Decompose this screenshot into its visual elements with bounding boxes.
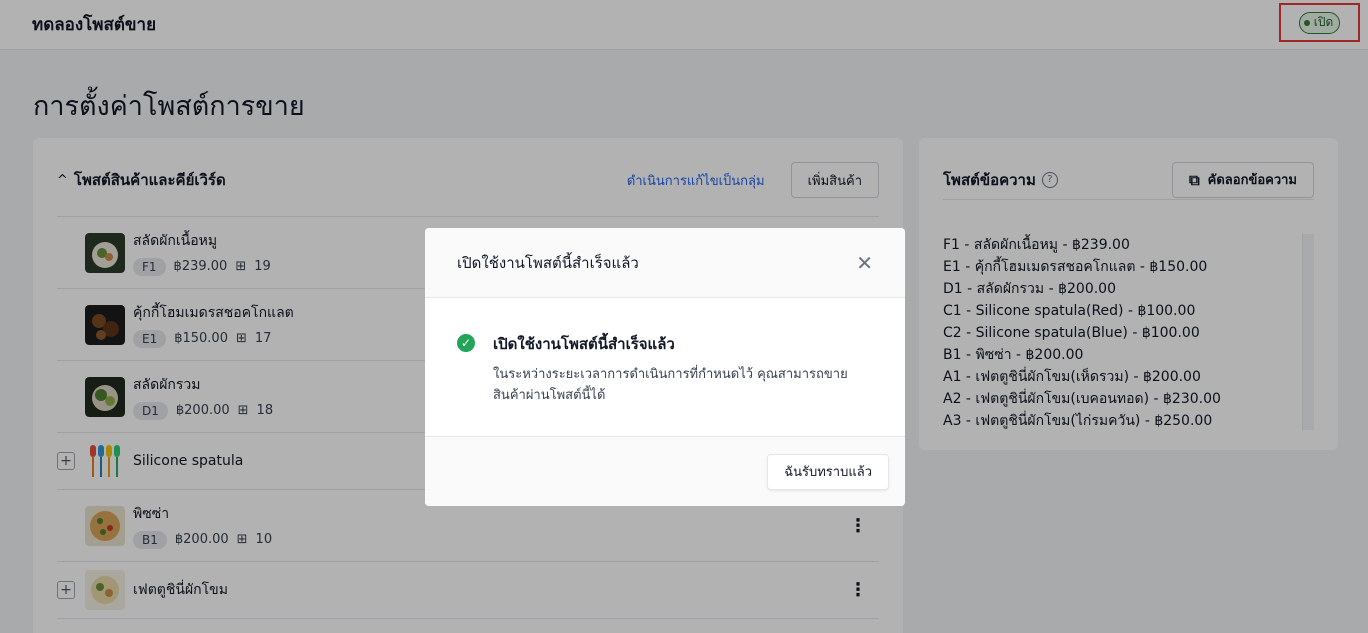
dialog-message: เปิดใช้งานโพสต์นี้สำเร็จแล้ว ในระหว่างระ… [493,332,853,436]
close-icon[interactable]: ✕ [856,253,873,273]
dialog-title: เปิดใช้งานโพสต์นี้สำเร็จแล้ว [457,253,639,272]
acknowledge-button[interactable]: ฉันรับทราบแล้ว [767,453,889,490]
dialog-body: ✓ เปิดใช้งานโพสต์นี้สำเร็จแล้ว ในระหว่าง… [425,298,905,436]
check-circle-icon: ✓ [457,334,475,352]
success-dialog: เปิดใช้งานโพสต์นี้สำเร็จแล้ว ✕ ✓ เปิดใช้… [425,228,905,506]
dialog-footer: ฉันรับทราบแล้ว [425,436,905,506]
dialog-message-body: ในระหว่างระยะเวลาการดำเนินการที่กำหนดไว้… [493,367,848,403]
dialog-header: เปิดใช้งานโพสต์นี้สำเร็จแล้ว ✕ [425,228,905,298]
dialog-message-title: เปิดใช้งานโพสต์นี้สำเร็จแล้ว [493,335,675,353]
